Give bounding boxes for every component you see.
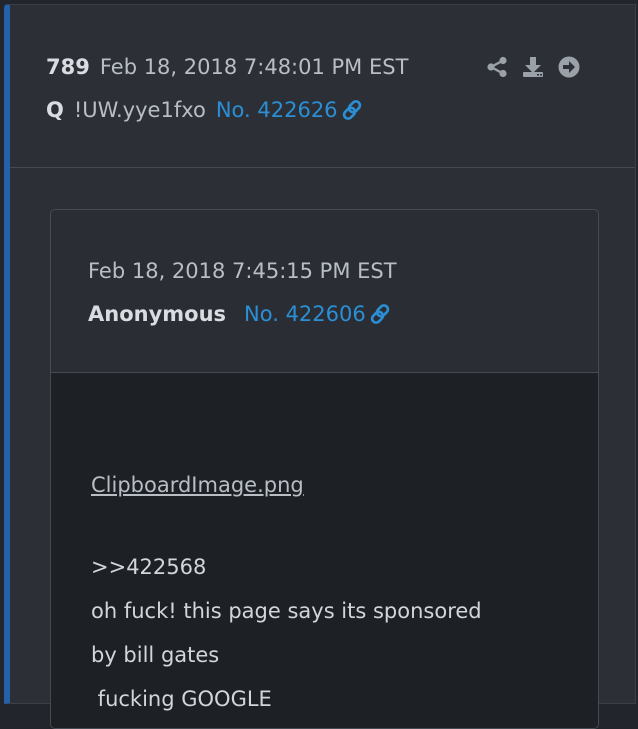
post-timestamp: Feb 18, 2018 7:48:01 PM EST [99,55,409,79]
quoted-post: Feb 18, 2018 7:45:15 PM EST Anonymous No.… [50,209,599,729]
post-line: fucking GOOGLE [91,687,272,711]
post-header: 789 Feb 18, 2018 7:48:01 PM EST Q !UW.yy… [10,5,635,168]
quoted-post-author-line: Anonymous No. 422606 [88,302,390,329]
quoted-post-timestamp: Feb 18, 2018 7:45:15 PM EST [88,259,397,283]
post-tripcode: !UW.yye1fxo [73,98,206,122]
quoted-post-body: ClipboardImage.png >>422568 oh fuck! thi… [51,373,598,728]
quoted-post-text: >>422568 oh fuck! this page says its spo… [91,545,571,721]
post-actions [486,55,580,79]
post-id-link[interactable]: No. 422626 [216,98,362,122]
post-line-reply-ref[interactable]: >>422568 [91,545,571,589]
quoted-post-header: Feb 18, 2018 7:45:15 PM EST Anonymous No.… [51,210,598,373]
quoted-post-author: Anonymous [88,302,227,326]
post-number: 789 [46,55,90,79]
post-line: oh fuck! this page says its sponsored [91,599,482,623]
post-meta-line: 789 Feb 18, 2018 7:48:01 PM EST [46,55,408,79]
post-author-line: Q !UW.yye1fxo No. 422626 [46,98,362,125]
download-icon[interactable] [522,56,544,78]
post-author: Q [46,98,64,122]
attachment-link[interactable]: ClipboardImage.png [91,473,304,497]
post-id: No. 422626 [215,98,338,122]
link-icon [370,304,390,329]
quoted-post-id-link[interactable]: No. 422606 [244,302,390,326]
arrow-circle-right-icon[interactable] [558,56,580,78]
q-post-card: 789 Feb 18, 2018 7:48:01 PM EST Q !UW.yy… [4,4,636,729]
share-icon[interactable] [486,56,508,78]
post-line: by bill gates [91,643,220,667]
quoted-post-id: No. 422606 [244,302,366,326]
link-icon [342,100,362,125]
